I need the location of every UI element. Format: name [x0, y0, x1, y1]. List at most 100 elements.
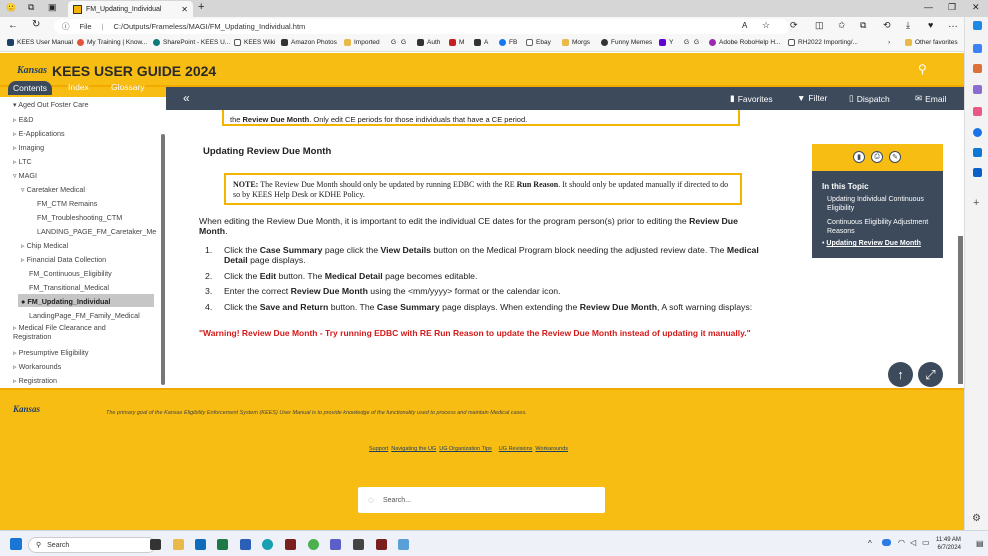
onedrive-icon[interactable]	[882, 539, 891, 546]
kansas-logo[interactable]: Kansas	[17, 65, 47, 76]
print-icon[interactable]: ⎙	[871, 151, 883, 163]
toc-item[interactable]: LANDING_PAGE_FM_Caretaker_Me	[37, 227, 156, 236]
taskbar-clock[interactable]: 11:49 AM 6/7/2024	[936, 537, 961, 553]
toc-item[interactable]: ▹ Chip Medical	[21, 241, 68, 250]
shopping-icon[interactable]	[973, 64, 982, 73]
taskbar-search[interactable]: ⚲ Search	[28, 537, 156, 553]
toc-item[interactable]: ▹ Workarounds	[13, 362, 61, 371]
collapse-sidebar-icon[interactable]: «	[183, 91, 190, 105]
workspaces-icon[interactable]: ⧉	[28, 2, 34, 13]
bookmark-icon[interactable]: ▮	[853, 151, 865, 163]
chrome-app-icon[interactable]	[308, 539, 319, 550]
settings-more-icon[interactable]: …	[948, 19, 958, 30]
topic-link[interactable]: Updating Individual Continuous Eligibili…	[827, 196, 939, 214]
edge-app-icon[interactable]	[262, 539, 273, 550]
fav-fb[interactable]: FB	[499, 39, 517, 46]
expand-button[interactable]: ⤢	[918, 362, 943, 387]
discover-icon[interactable]	[973, 44, 982, 53]
toc-item[interactable]: ▹ E&D	[13, 115, 33, 124]
fav-other-favorites[interactable]: Other favorites	[905, 39, 958, 46]
toc-item[interactable]: FM_Continuous_Eligibility	[29, 269, 112, 278]
minimize-button[interactable]: —	[924, 2, 933, 12]
favorites-button[interactable]: ▮ Favorites	[730, 93, 773, 104]
task-view-icon[interactable]	[150, 539, 161, 550]
browser-profile-icon[interactable]: 🙂	[6, 3, 16, 12]
fav-my-training[interactable]: My Training | Know...	[77, 39, 147, 46]
browser-tab[interactable]: FM_Updating_Individual ✕	[68, 1, 193, 17]
downloads-icon[interactable]: ⤓	[906, 20, 910, 31]
url-field[interactable]: ⓘ File | C:/Outputs/Frameless/MAGI/FM_Up…	[54, 19, 789, 34]
back-icon[interactable]: ←	[8, 20, 18, 31]
toc-item[interactable]: LandingPage_FM_Family_Medical	[29, 311, 140, 320]
browser-essentials-icon[interactable]: ♥	[928, 20, 933, 30]
split-screen-icon[interactable]: ◫	[815, 20, 824, 31]
email-button[interactable]: ✉ Email	[915, 93, 946, 104]
notepad-app-icon[interactable]	[353, 539, 364, 550]
search-icon[interactable]: ⚲	[918, 62, 927, 76]
extensions-icon[interactable]: ⟳	[790, 20, 798, 31]
chart-app-icon[interactable]	[398, 539, 409, 550]
office-icon[interactable]	[973, 128, 982, 137]
fav-g-3[interactable]: G	[684, 39, 689, 46]
toc-item[interactable]: ▹ Registration	[13, 376, 57, 385]
tab-contents[interactable]: Contents	[8, 81, 53, 95]
outlook-icon[interactable]	[973, 148, 982, 157]
favorite-star-icon[interactable]: ☆	[762, 20, 770, 31]
games-icon[interactable]	[973, 107, 982, 116]
fav-auth[interactable]: Auth	[417, 39, 440, 46]
notifications-icon[interactable]: ▤	[976, 539, 984, 548]
start-button[interactable]	[10, 538, 22, 550]
filter-button[interactable]: ▼ Filter	[797, 93, 827, 103]
toc-item[interactable]: FM_CTM Remains	[37, 199, 97, 208]
fav-morgs-folder[interactable]: Morgs	[562, 39, 590, 46]
toc-item[interactable]: FM_Troubleshooting_CTM	[37, 213, 122, 222]
fav-g-2[interactable]: G	[401, 39, 406, 46]
fav-sharepoint[interactable]: SharePoint - KEES U...	[153, 39, 230, 46]
drop-icon[interactable]	[973, 168, 982, 177]
fav-kees-user-manual[interactable]: KEES User Manual	[7, 39, 73, 46]
toc-item[interactable]: ▹ LTC	[13, 157, 32, 166]
footer-link-revisions[interactable]: UG Revisions	[499, 446, 533, 452]
new-tab-button[interactable]: +	[198, 1, 204, 13]
dispatch-button[interactable]: ▯ Dispatch	[849, 93, 890, 104]
close-window-button[interactable]: ✕	[972, 2, 980, 13]
sidebar-settings-icon[interactable]: ⚙	[972, 513, 981, 524]
tab-glossary[interactable]: Glossary	[111, 82, 145, 92]
fav-overflow-icon[interactable]: ›	[888, 39, 890, 46]
volume-icon[interactable]: ◁	[910, 538, 916, 547]
fav-a[interactable]: A	[474, 39, 488, 46]
fav-imported-folder[interactable]: Imported	[344, 39, 380, 46]
page-scrollbar[interactable]	[958, 236, 963, 384]
maximize-button[interactable]: ❐	[948, 2, 956, 13]
highlight-icon[interactable]: ✎	[889, 151, 901, 163]
collections-icon[interactable]: ⧉	[860, 20, 866, 31]
toc-item[interactable]: ▿ Caretaker Medical	[21, 185, 85, 194]
footer-link-workarounds[interactable]: Workarounds	[535, 446, 568, 452]
favorites-icon[interactable]: ✩	[838, 20, 846, 31]
fav-m-1[interactable]: M	[449, 39, 464, 46]
tools-icon[interactable]	[973, 85, 982, 94]
battery-icon[interactable]: ▭	[922, 538, 930, 547]
fav-funny-memes[interactable]: Funny Memes	[601, 39, 652, 46]
add-sidebar-app-icon[interactable]: +	[973, 197, 979, 209]
history-icon[interactable]: ⟲	[883, 20, 891, 31]
wifi-icon[interactable]: ◠	[898, 538, 905, 547]
footer-link-organization[interactable]: UG Organization Tips	[439, 446, 492, 452]
toc-item[interactable]: FM_Transitional_Medical	[29, 283, 109, 292]
footer-link-support[interactable]: Support	[369, 446, 388, 452]
toc-item[interactable]: ▹ Medical File Clearance and Registratio…	[13, 323, 133, 341]
fav-rh2022[interactable]: RH2022 Importing/...	[788, 39, 858, 46]
fav-kees-wiki[interactable]: KEES Wiki	[234, 39, 275, 46]
toc-item[interactable]: ▹ Imaging	[13, 143, 44, 152]
close-tab-icon[interactable]: ✕	[181, 5, 188, 14]
tray-overflow-icon[interactable]: ^	[868, 539, 872, 548]
word-app-icon[interactable]	[240, 539, 251, 550]
excel-app-icon[interactable]	[217, 539, 228, 550]
refresh-icon[interactable]: ↻	[32, 19, 40, 30]
tab-index[interactable]: Index	[68, 82, 89, 92]
tab-actions-icon[interactable]: ▣	[48, 2, 57, 13]
teams-app-icon[interactable]	[330, 539, 341, 550]
topic-link[interactable]: Continuous Eligibility Adjustment Reason…	[827, 219, 939, 237]
fav-adobe-robohelp[interactable]: Adobe RoboHelp H...	[709, 39, 780, 46]
toc-item[interactable]: ▹ Financial Data Collection	[21, 255, 106, 264]
